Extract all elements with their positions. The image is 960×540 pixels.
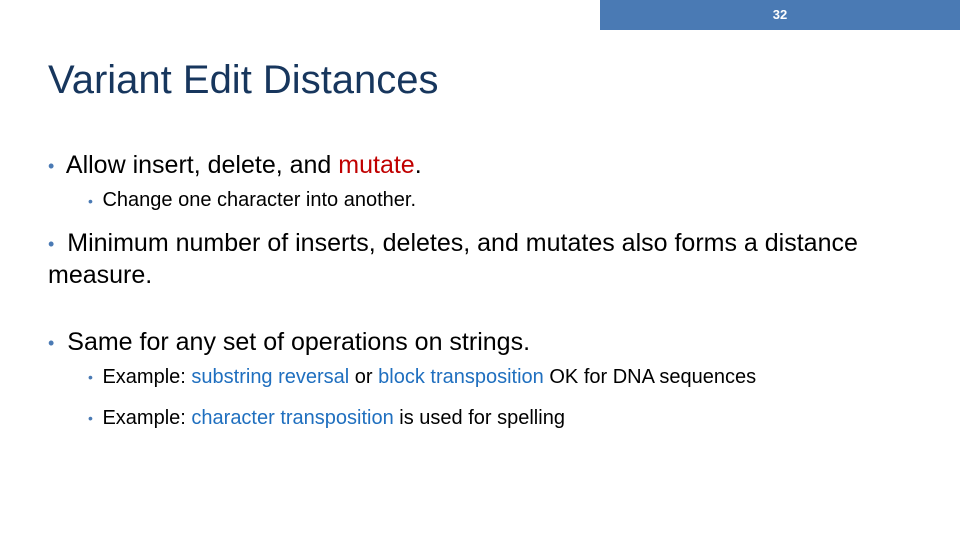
text: Minimum number of inserts, deletes, and …	[48, 229, 858, 288]
bullet-any-operations: • Same for any set of operations on stri…	[48, 327, 912, 358]
subbullet-example-dna: • Example: substring reversal or block t…	[88, 364, 912, 391]
text-blue: substring reversal	[191, 366, 349, 388]
text: Change one character into another.	[102, 189, 416, 211]
bullet-icon: •	[88, 193, 93, 209]
bullet-icon: •	[88, 369, 93, 385]
text: is used for spelling	[394, 407, 565, 429]
text: OK for DNA sequences	[544, 366, 756, 388]
bullet-icon: •	[48, 234, 54, 254]
text: Example:	[102, 407, 191, 429]
text-blue: block transposition	[378, 366, 544, 388]
text: Allow insert, delete, and	[66, 151, 338, 179]
text-red: mutate	[338, 151, 414, 179]
bullet-allow-mutate: • Allow insert, delete, and mutate.	[48, 150, 912, 181]
text: or	[349, 366, 378, 388]
bullet-icon: •	[88, 410, 93, 426]
slide-number: 32	[773, 7, 787, 22]
slide-number-banner: 32	[600, 0, 960, 30]
text-blue: character transposition	[191, 407, 393, 429]
bullet-icon: •	[48, 156, 54, 176]
bullet-icon: •	[48, 333, 54, 353]
spacer	[48, 297, 912, 327]
text: Same for any set of operations on string…	[67, 328, 530, 356]
text: .	[415, 151, 422, 179]
subbullet-example-spelling: • Example: character transposition is us…	[88, 405, 912, 432]
slide-body: • Allow insert, delete, and mutate. • Ch…	[48, 150, 912, 446]
subbullet-change-char: • Change one character into another.	[88, 187, 912, 214]
bullet-minimum-distance: • Minimum number of inserts, deletes, an…	[48, 228, 912, 291]
slide-title: Variant Edit Distances	[48, 58, 439, 103]
text: Example:	[102, 366, 191, 388]
